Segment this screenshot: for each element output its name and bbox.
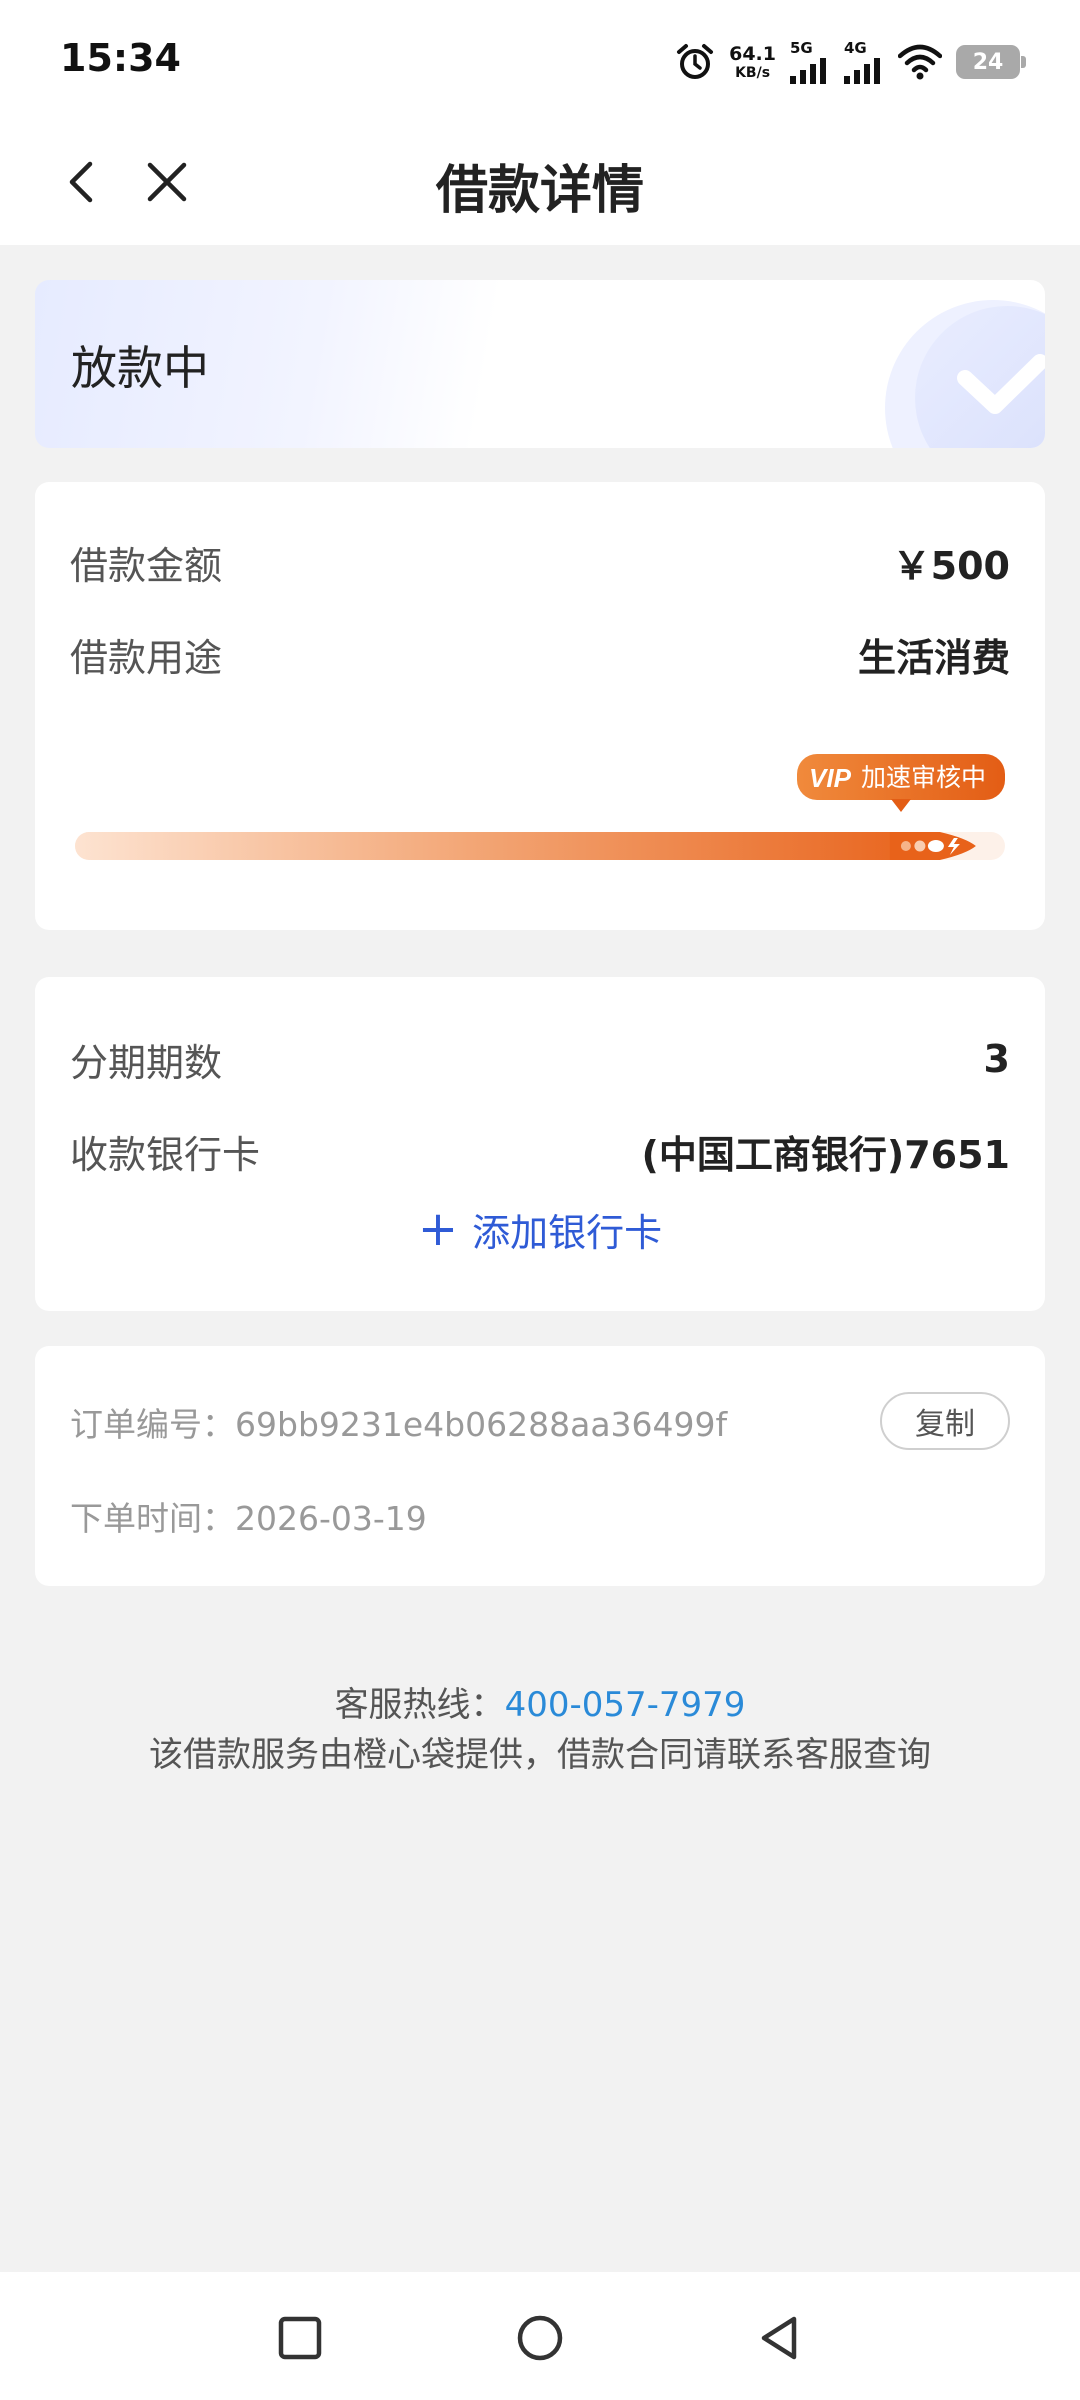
net-speed: 64.1 KB/s (729, 42, 776, 81)
plus-icon: + (417, 1201, 459, 1257)
installments-value: 3 (983, 1037, 1010, 1081)
order-number-label: 订单编号： (70, 1405, 235, 1444)
order-time-label: 下单时间： (70, 1499, 235, 1538)
order-info-card: 订单编号：69bb9231e4b06288aa36499f 复制 下单时间：20… (35, 1346, 1045, 1586)
bank-card-label: 收款银行卡 (70, 1132, 261, 1177)
add-bank-card-button[interactable]: + 添加银行卡 (35, 1199, 1045, 1259)
sim2-signal: 4G (844, 38, 884, 84)
battery-icon: 24 (956, 45, 1026, 79)
repayment-card: 分期期数 3 收款银行卡 (中国工商银行)7651 + 添加银行卡 (35, 977, 1045, 1311)
sim2-label: 4G (844, 38, 867, 57)
loan-info-card: 借款金额 ￥500 借款用途 生活消费 VIP 加速审核中 (35, 482, 1045, 930)
purpose-value: 生活消费 (857, 635, 1010, 680)
amount-value: ￥500 (892, 543, 1010, 588)
status-icons: 64.1 KB/s 5G 4G 24 (675, 34, 1026, 90)
nav-bar: 借款详情 (0, 120, 1080, 245)
sim1-signal: 5G (790, 38, 830, 84)
installments-row: 分期期数 3 (70, 1029, 1010, 1089)
alarm-icon (677, 44, 714, 79)
amount-row: 借款金额 ￥500 (70, 532, 1010, 592)
order-time-value: 2026-03-19 (235, 1499, 427, 1538)
purpose-row: 借款用途 生活消费 (70, 624, 1010, 684)
copy-button[interactable]: 复制 (880, 1392, 1010, 1450)
progress-fill (75, 832, 940, 860)
sim1-label: 5G (790, 38, 813, 57)
installments-label: 分期期数 (70, 1040, 223, 1085)
amount-label: 借款金额 (70, 543, 223, 588)
status-time: 15:34 (60, 36, 181, 80)
signal-icon (790, 57, 826, 84)
wifi-icon (898, 44, 942, 80)
vip-badge-status: 加速审核中 (861, 763, 986, 792)
status-bar: 15:34 64.1 KB/s 5G 4G 24 (0, 0, 1080, 120)
hotline-line: 客服热线：400-057-7979 (0, 1680, 1080, 1730)
order-time-row: 下单时间：2026-03-19 (70, 1492, 427, 1540)
service-note: 该借款服务由橙心袋提供，借款合同请联系客服查询 (149, 1735, 931, 1775)
home-icon[interactable] (512, 2310, 568, 2366)
vip-review-badge: VIP 加速审核中 (797, 754, 1005, 812)
net-speed-value: 64.1 (729, 42, 776, 65)
order-number-value: 69bb9231e4b06288aa36499f (235, 1405, 728, 1444)
add-bank-card-label: 添加银行卡 (472, 1210, 663, 1255)
purpose-label: 借款用途 (70, 635, 223, 680)
signal-icon (844, 57, 880, 84)
order-number-row: 订单编号：69bb9231e4b06288aa36499f (70, 1398, 727, 1446)
net-speed-unit: KB/s (735, 64, 771, 81)
vip-badge-text: VIP (809, 763, 852, 793)
loan-status-card: 放款中 (35, 280, 1045, 448)
hotline-number-link[interactable]: 400-057-7979 (505, 1685, 746, 1725)
bank-card-value: (中国工商银行)7651 (641, 1132, 1011, 1177)
check-circle-icon (885, 300, 1045, 448)
loan-status-text: 放款中 (71, 341, 209, 395)
recent-apps-icon[interactable] (272, 2310, 328, 2366)
footer: 客服热线：400-057-7979 该借款服务由橙心袋提供，借款合同请联系客服查… (0, 1680, 1080, 1780)
hotline-label: 客服热线： (334, 1685, 505, 1725)
bank-card-row[interactable]: 收款银行卡 (中国工商银行)7651 (70, 1121, 1010, 1181)
system-nav-bar (0, 2272, 1080, 2400)
review-progress-bar: VIP 加速审核中 (75, 754, 1005, 860)
back-triangle-icon[interactable] (752, 2310, 808, 2366)
page-title: 借款详情 (435, 161, 644, 221)
